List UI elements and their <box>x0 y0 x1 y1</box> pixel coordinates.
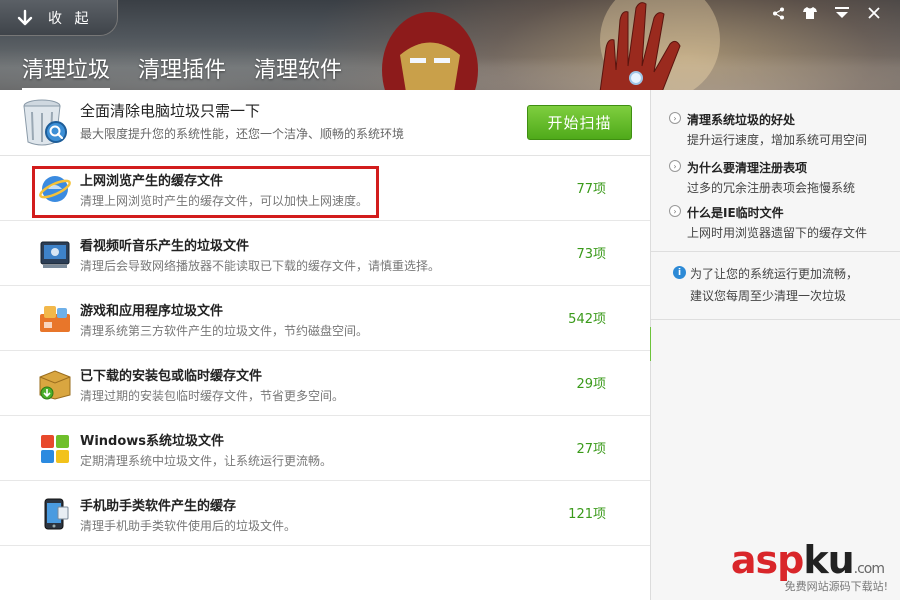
list-item[interactable]: Windows系统垃圾文件 定期清理系统中垃圾文件，让系统运行更流畅。 27项 <box>0 416 650 481</box>
item-name: 已下载的安装包或临时缓存文件 <box>80 369 263 384</box>
tab-clean-plugins[interactable]: 清理插件 <box>138 52 226 90</box>
item-name: 手机助手类软件产生的缓存 <box>80 499 237 514</box>
item-description: 清理上网浏览时产生的缓存文件，可以加快上网速度。 <box>80 194 369 208</box>
list-item[interactable]: 手机助手类软件产生的缓存 清理手机助手类软件使用后的垃圾文件。 121项 <box>0 481 650 546</box>
phone-icon <box>44 498 69 530</box>
item-description: 清理手机助手类软件使用后的垃圾文件。 <box>80 519 297 533</box>
media-player-icon <box>40 241 70 268</box>
main-tabs: 清理垃圾 清理插件 清理软件 <box>22 52 370 90</box>
tip-title: 为什么要清理注册表项 <box>687 161 808 175</box>
watermark-tagline: 免费网站源码下载站! <box>784 580 888 593</box>
item-name: 看视频听音乐产生的垃圾文件 <box>80 239 250 254</box>
app-header: 收 起 清理垃圾 清理插件 清理软件 <box>0 0 900 90</box>
banner-subtitle: 最大限度提升您的系统性能，还您一个洁净、顺畅的系统环境 <box>80 127 405 141</box>
list-item[interactable]: 已下载的安装包或临时缓存文件 清理过期的安装包临时缓存文件，节省更多空间。 29… <box>0 351 650 416</box>
advice-line-2: 建议您每周至少清理一次垃圾 <box>690 289 847 303</box>
site-watermark: aspku.com 免费网站源码下载站! <box>712 538 892 594</box>
tip-title: 什么是IE临时文件 <box>687 206 784 220</box>
chevron-right-icon: › <box>669 205 681 217</box>
divider <box>651 319 900 320</box>
item-name: 上网浏览产生的缓存文件 <box>80 174 224 189</box>
junk-category-list: 上网浏览产生的缓存文件 清理上网浏览时产生的缓存文件，可以加快上网速度。 77项… <box>0 156 650 546</box>
tip-description: 上网时用浏览器遗留下的缓存文件 <box>687 226 868 240</box>
watermark-logo: aspku.com <box>730 538 885 582</box>
info-icon: i <box>673 266 686 279</box>
item-count: 121项 <box>568 507 606 522</box>
item-count: 73项 <box>576 247 606 262</box>
list-item[interactable]: 游戏和应用程序垃圾文件 清理系统第三方软件产生的垃圾文件，节约磁盘空间。 542… <box>0 286 650 351</box>
collapse-button[interactable]: 收 起 <box>0 0 118 36</box>
tip-title: 清理系统垃圾的好处 <box>687 113 796 127</box>
item-count: 77项 <box>576 182 606 197</box>
item-description: 定期清理系统中垃圾文件，让系统运行更流畅。 <box>80 454 333 468</box>
chevron-right-icon: › <box>669 160 681 172</box>
start-scan-button[interactable]: 开始扫描 <box>527 105 632 140</box>
download-package-icon <box>39 370 71 400</box>
ie-browser-icon <box>39 176 71 202</box>
item-count: 29项 <box>576 377 606 392</box>
tab-clean-junk[interactable]: 清理垃圾 <box>22 52 111 90</box>
advice-line-1: 为了让您的系统运行更加流畅， <box>690 267 859 281</box>
windows-icon <box>41 435 69 463</box>
collapse-label: 收 起 <box>48 10 93 27</box>
item-description: 清理系统第三方软件产生的垃圾文件，节约磁盘空间。 <box>80 324 369 338</box>
tab-clean-software[interactable]: 清理软件 <box>254 52 342 90</box>
skin-icon[interactable] <box>794 4 826 22</box>
window-controls <box>762 4 890 22</box>
item-name: Windows系统垃圾文件 <box>80 434 225 449</box>
divider <box>651 251 900 252</box>
menu-icon[interactable] <box>826 4 858 22</box>
summary-banner: 全面清除电脑垃圾只需一下 最大限度提升您的系统性能，还您一个洁净、顺畅的系统环境… <box>0 90 650 156</box>
tip-description: 过多的冗余注册表项会拖慢系统 <box>687 181 856 195</box>
tip-description: 提升运行速度，增加系统可用空间 <box>687 133 868 147</box>
tips-sidebar: › 清理系统垃圾的好处 提升运行速度，增加系统可用空间 › 为什么要清理注册表项… <box>651 90 900 600</box>
item-count: 27项 <box>576 442 606 457</box>
item-description: 清理后会导致网络播放器不能读取已下载的缓存文件，请慎重选择。 <box>80 259 441 273</box>
list-item[interactable]: 上网浏览产生的缓存文件 清理上网浏览时产生的缓存文件，可以加快上网速度。 77项 <box>0 156 650 221</box>
trash-scan-icon <box>23 99 67 146</box>
banner-title: 全面清除电脑垃圾只需一下 <box>80 102 261 120</box>
share-icon[interactable] <box>762 4 794 22</box>
close-icon[interactable] <box>858 4 890 22</box>
item-count: 542项 <box>568 312 606 327</box>
item-description: 清理过期的安装包临时缓存文件，节省更多空间。 <box>80 389 345 403</box>
chevron-right-icon: › <box>669 112 681 124</box>
apps-icon <box>40 306 70 332</box>
iron-man-hero-art <box>382 0 720 90</box>
list-item[interactable]: 看视频听音乐产生的垃圾文件 清理后会导致网络播放器不能读取已下载的缓存文件，请慎… <box>0 221 650 286</box>
arrow-down-icon <box>17 9 33 25</box>
item-name: 游戏和应用程序垃圾文件 <box>80 304 224 319</box>
